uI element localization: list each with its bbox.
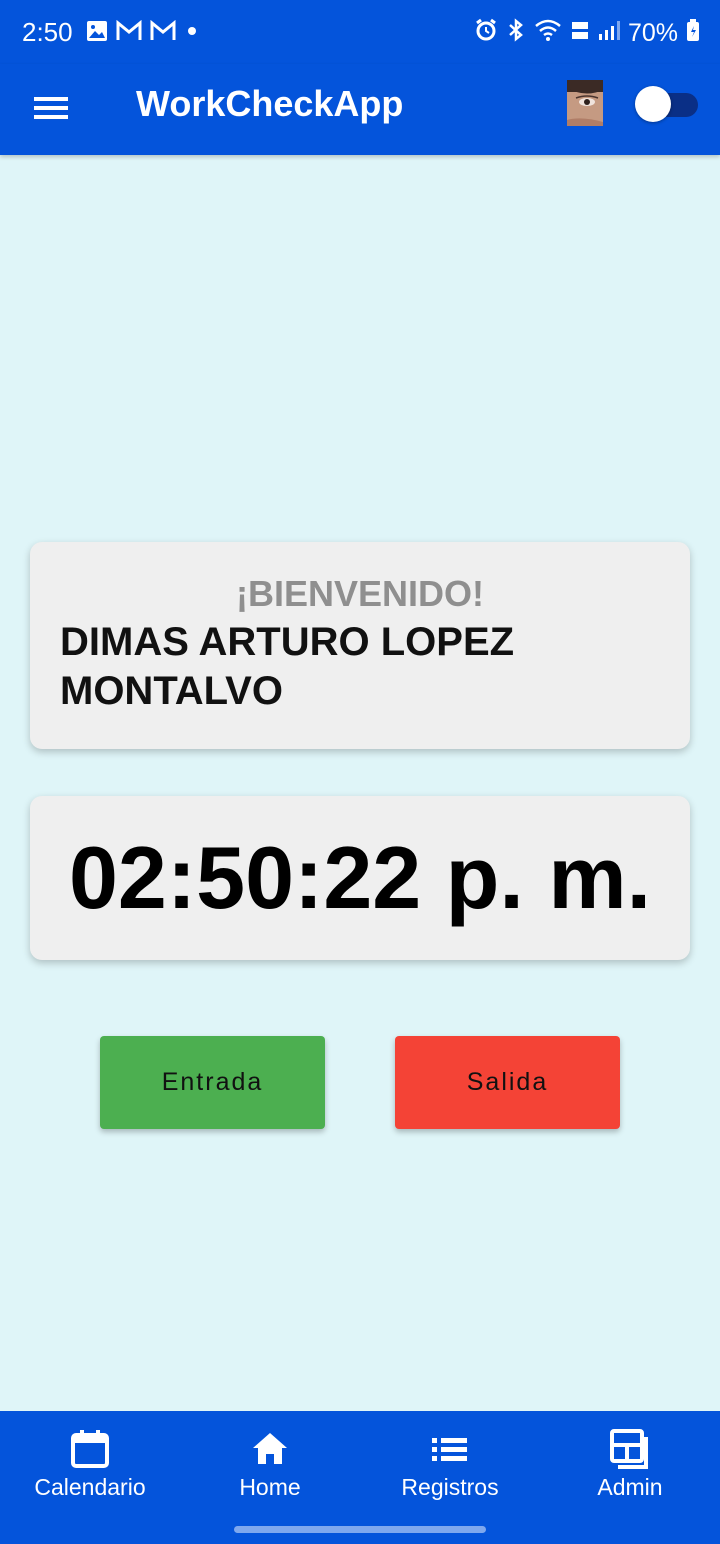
volte-icon (570, 18, 590, 47)
nav-label-registros: Registros (401, 1474, 499, 1500)
nav-label-admin: Admin (597, 1474, 663, 1500)
menu-icon (34, 94, 70, 127)
welcome-greeting: ¡BIENVENIDO! (235, 573, 484, 614)
clock-time: 02:50:22 p. m. (68, 828, 652, 927)
battery-icon (686, 18, 700, 47)
bottom-nav: Calendario Home Registros Admin (0, 1411, 720, 1544)
gesture-bar[interactable] (234, 1526, 486, 1533)
status-time: 2:50 (22, 17, 73, 47)
entrada-button[interactable]: Entrada (100, 1036, 325, 1129)
menu-button[interactable] (24, 84, 80, 136)
theme-toggle[interactable] (632, 84, 700, 122)
signal-icon (598, 18, 620, 47)
alarm-icon (474, 18, 498, 47)
nav-item-admin[interactable]: Admin (540, 1411, 720, 1511)
status-bar: 2:50 70% (0, 0, 720, 64)
toggle-thumb (635, 86, 671, 122)
nav-item-calendario[interactable]: Calendario (0, 1411, 180, 1511)
salida-button[interactable]: Salida (395, 1036, 620, 1129)
home-icon (250, 1429, 290, 1469)
status-right-icons: 70% (474, 18, 700, 47)
app-bar: WorkCheckApp (0, 64, 720, 155)
welcome-card: ¡BIENVENIDO! DIMAS ARTURO LOPEZ MONTALVO (30, 542, 690, 749)
dashboard-icon (610, 1429, 650, 1469)
clock-card: 02:50:22 p. m. (30, 796, 690, 960)
gmail-icon (116, 19, 142, 47)
notification-dot-icon (184, 20, 200, 47)
wifi-icon (534, 18, 562, 47)
user-name: DIMAS ARTURO LOPEZ MONTALVO (60, 620, 515, 713)
bluetooth-icon (506, 18, 526, 47)
gallery-icon (86, 20, 108, 47)
gmail-icon (150, 19, 176, 47)
app-title: WorkCheckApp (136, 83, 404, 124)
avatar[interactable] (567, 80, 603, 126)
nav-label-calendario: Calendario (34, 1474, 146, 1500)
nav-item-registros[interactable]: Registros (360, 1411, 540, 1511)
calendar-icon (70, 1429, 110, 1469)
status-left-icons (86, 19, 200, 47)
list-icon (430, 1429, 470, 1469)
nav-label-home: Home (239, 1474, 301, 1500)
battery-percent: 70% (627, 18, 678, 47)
nav-item-home[interactable]: Home (180, 1411, 360, 1511)
